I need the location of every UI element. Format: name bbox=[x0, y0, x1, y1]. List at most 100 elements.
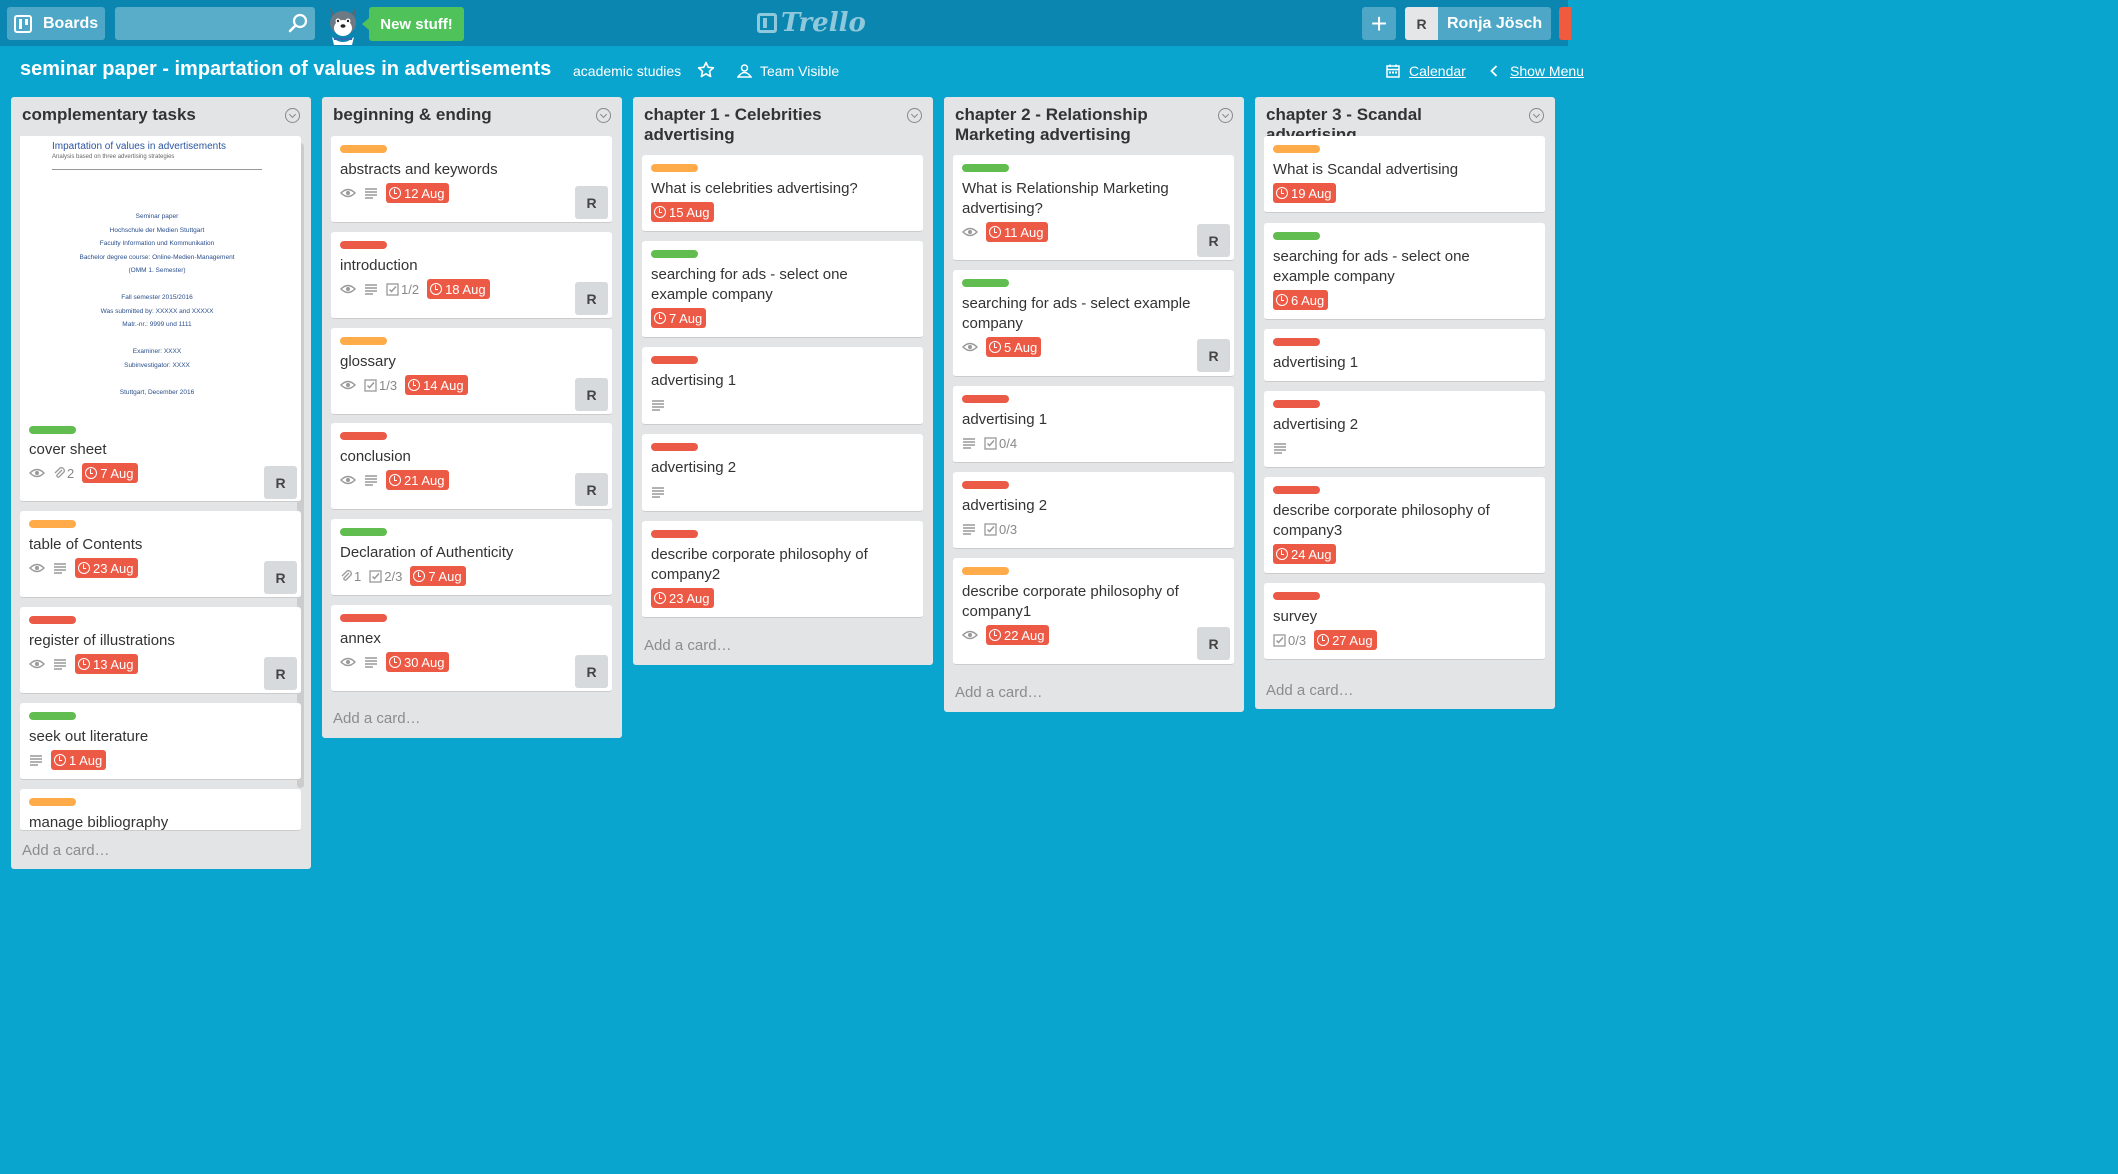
due-date-badge[interactable]: 24 Aug bbox=[1273, 544, 1336, 564]
list-card[interactable]: Declaration of Authenticity 1 2/3 7 Aug bbox=[331, 519, 612, 596]
card-label-red[interactable] bbox=[651, 443, 698, 451]
list-card[interactable]: seek out literature 1 Aug bbox=[20, 703, 301, 780]
show-menu-button[interactable]: Show Menu bbox=[1490, 63, 1584, 79]
list-card[interactable]: advertising 1 bbox=[1264, 329, 1545, 382]
member-avatar[interactable]: R bbox=[264, 657, 297, 690]
list-card[interactable]: survey 0/3 27 Aug bbox=[1264, 583, 1545, 660]
member-avatar[interactable]: R bbox=[264, 561, 297, 594]
due-date-badge[interactable]: 1 Aug bbox=[51, 750, 107, 770]
card-label-orange[interactable] bbox=[962, 567, 1009, 575]
list-card[interactable]: advertising 1 0/4 bbox=[953, 386, 1234, 463]
list-title[interactable]: chapter 2 - Relationship Marketing adver… bbox=[944, 97, 1244, 145]
card-label-orange[interactable] bbox=[340, 337, 387, 345]
due-date-badge[interactable]: 21 Aug bbox=[386, 470, 449, 490]
due-date-badge[interactable]: 5 Aug bbox=[986, 337, 1042, 357]
list-card[interactable]: conclusion 21 Aug R bbox=[331, 423, 612, 510]
list-card[interactable]: advertising 1 bbox=[642, 347, 923, 425]
add-button[interactable]: + bbox=[1362, 7, 1396, 40]
list-menu-icon[interactable] bbox=[1529, 108, 1544, 123]
card-label-orange[interactable] bbox=[651, 164, 698, 172]
card-label-green[interactable] bbox=[29, 712, 76, 720]
member-avatar[interactable]: R bbox=[1197, 224, 1230, 257]
calendar-button[interactable]: Calendar bbox=[1386, 63, 1466, 79]
list-card[interactable]: manage bibliography bbox=[20, 789, 301, 831]
new-stuff-button[interactable]: New stuff! bbox=[362, 7, 464, 41]
member-avatar[interactable]: R bbox=[575, 186, 608, 219]
due-date-badge[interactable]: 7 Aug bbox=[410, 566, 466, 586]
list-card[interactable]: describe corporate philosophy of company… bbox=[642, 521, 923, 618]
due-date-badge[interactable]: 6 Aug bbox=[1273, 290, 1329, 310]
card-label-green[interactable] bbox=[651, 250, 698, 258]
list-menu-icon[interactable] bbox=[907, 108, 922, 123]
search-box[interactable] bbox=[115, 7, 315, 40]
due-date-badge[interactable]: 23 Aug bbox=[651, 588, 714, 608]
taco-mascot-icon[interactable] bbox=[322, 3, 364, 45]
member-avatar[interactable]: R bbox=[1197, 339, 1230, 372]
list-card[interactable]: introduction 1/2 18 Aug R bbox=[331, 232, 612, 319]
member-avatar[interactable]: R bbox=[264, 466, 297, 499]
list-menu-icon[interactable] bbox=[285, 108, 300, 123]
card-label-orange[interactable] bbox=[1273, 145, 1320, 153]
card-label-red[interactable] bbox=[962, 395, 1009, 403]
card-label-green[interactable] bbox=[962, 279, 1009, 287]
add-card-button[interactable]: Add a card… bbox=[644, 637, 732, 654]
list-card[interactable]: What is Relationship Marketing advertisi… bbox=[953, 155, 1234, 261]
member-avatar[interactable]: R bbox=[1197, 627, 1230, 660]
card-label-red[interactable] bbox=[1273, 592, 1320, 600]
card-label-red[interactable] bbox=[1273, 400, 1320, 408]
member-avatar[interactable]: R bbox=[575, 473, 608, 506]
list-menu-icon[interactable] bbox=[596, 108, 611, 123]
card-label-red[interactable] bbox=[962, 481, 1009, 489]
due-date-badge[interactable]: 27 Aug bbox=[1314, 630, 1377, 650]
card-label-orange[interactable] bbox=[29, 520, 76, 528]
card-label-orange[interactable] bbox=[29, 798, 76, 806]
list-card[interactable]: advertising 2 bbox=[1264, 391, 1545, 468]
boards-button[interactable]: Boards bbox=[7, 7, 105, 40]
due-date-badge[interactable]: 19 Aug bbox=[1273, 183, 1336, 203]
card-label-red[interactable] bbox=[651, 530, 698, 538]
member-avatar[interactable]: R bbox=[575, 282, 608, 315]
list-card[interactable]: table of Contents 23 Aug R bbox=[20, 511, 301, 598]
list-card[interactable]: searching for ads - select one example c… bbox=[642, 241, 923, 338]
due-date-badge[interactable]: 14 Aug bbox=[405, 375, 468, 395]
add-card-button[interactable]: Add a card… bbox=[333, 710, 421, 727]
board-org-link[interactable]: academic studies bbox=[573, 63, 681, 79]
card-label-green[interactable] bbox=[1273, 232, 1320, 240]
card-label-red[interactable] bbox=[340, 614, 387, 622]
due-date-badge[interactable]: 7 Aug bbox=[82, 463, 138, 483]
card-label-green[interactable] bbox=[340, 528, 387, 536]
list-card[interactable]: searching for ads - select example compa… bbox=[953, 270, 1234, 377]
list-card[interactable]: advertising 2 0/3 bbox=[953, 472, 1234, 549]
list-card[interactable]: searching for ads - select one example c… bbox=[1264, 223, 1545, 320]
list-card[interactable]: describe corporate philosophy of company… bbox=[953, 558, 1234, 665]
card-label-red[interactable] bbox=[1273, 338, 1320, 346]
list-menu-icon[interactable] bbox=[1218, 108, 1233, 123]
search-input[interactable] bbox=[115, 7, 315, 40]
card-label-green[interactable] bbox=[962, 164, 1009, 172]
card-label-red[interactable] bbox=[340, 241, 387, 249]
due-date-badge[interactable]: 18 Aug bbox=[427, 279, 490, 299]
add-card-button[interactable]: Add a card… bbox=[955, 684, 1043, 701]
list-title[interactable]: beginning & ending bbox=[322, 97, 622, 133]
due-date-badge[interactable]: 7 Aug bbox=[651, 308, 707, 328]
list-card[interactable]: What is celebrities advertising? 15 Aug bbox=[642, 155, 923, 232]
list-card[interactable]: annex 30 Aug R bbox=[331, 605, 612, 692]
search-icon[interactable] bbox=[288, 13, 308, 33]
card-label-green[interactable] bbox=[29, 426, 76, 434]
member-avatar[interactable]: R bbox=[575, 655, 608, 688]
trello-logo[interactable]: Trello bbox=[757, 8, 866, 38]
due-date-badge[interactable]: 15 Aug bbox=[651, 202, 714, 222]
card-label-orange[interactable] bbox=[340, 145, 387, 153]
list-card[interactable]: What is Scandal advertising 19 Aug bbox=[1264, 136, 1545, 213]
visibility-button[interactable]: Team Visible bbox=[737, 63, 839, 79]
card-label-red[interactable] bbox=[29, 616, 76, 624]
card-label-red[interactable] bbox=[340, 432, 387, 440]
list-card[interactable]: advertising 2 bbox=[642, 434, 923, 512]
add-card-button[interactable]: Add a card… bbox=[1266, 682, 1354, 699]
user-menu-button[interactable]: R Ronja Jösch bbox=[1405, 7, 1551, 40]
notifications-button[interactable] bbox=[1559, 7, 1571, 40]
list-card[interactable]: abstracts and keywords 12 Aug R bbox=[331, 136, 612, 223]
member-avatar[interactable]: R bbox=[575, 378, 608, 411]
list-card[interactable]: describe corporate philosophy of company… bbox=[1264, 477, 1545, 574]
star-icon[interactable] bbox=[697, 61, 715, 79]
